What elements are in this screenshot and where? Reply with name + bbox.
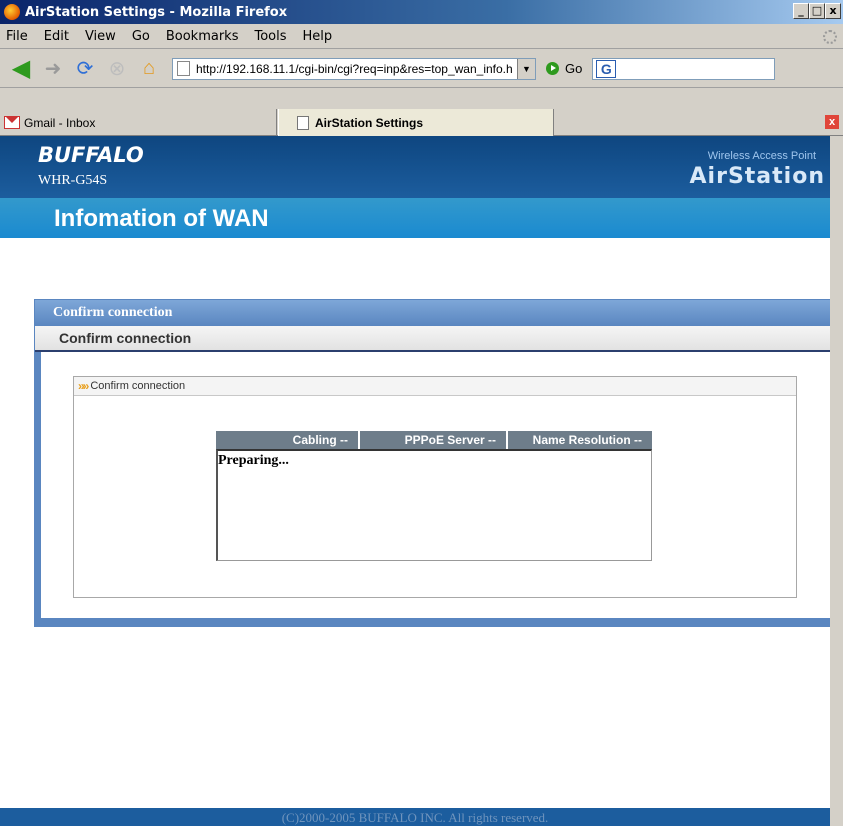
- window-controls: _ □ x: [793, 3, 841, 19]
- page-title: Infomation of WAN: [54, 205, 269, 232]
- tab-label: Gmail - Inbox: [24, 115, 96, 130]
- reload-icon[interactable]: ⟳: [72, 56, 98, 82]
- home-icon[interactable]: ⌂: [136, 56, 162, 82]
- go-arrow-icon: [546, 62, 559, 75]
- minimize-button[interactable]: _: [793, 3, 809, 19]
- page-content: BUFFALO WHR-G54S Wireless Access Point A…: [0, 136, 830, 826]
- google-icon[interactable]: G: [596, 59, 617, 78]
- menu-view[interactable]: View: [85, 29, 116, 44]
- page-right-gutter: [830, 136, 843, 826]
- product-line: Wireless Access Point: [707, 150, 816, 162]
- close-tab-icon[interactable]: x: [825, 115, 839, 129]
- menu-help[interactable]: Help: [303, 29, 333, 44]
- section-header: »» Confirm connection: [74, 377, 796, 396]
- firefox-icon: [4, 4, 20, 20]
- panel-bottom-border: [35, 618, 830, 626]
- tab-bar: Gmail - Inbox AirStation Settings x: [0, 109, 843, 136]
- double-arrow-icon: »»: [78, 379, 89, 393]
- page-icon: [297, 115, 309, 130]
- tab-gmail-inbox[interactable]: Gmail - Inbox: [0, 109, 277, 136]
- page-icon: [177, 61, 190, 76]
- url-text[interactable]: http://192.168.11.1/cgi-bin/cgi?req=inp&…: [196, 62, 512, 76]
- gmail-icon: [4, 116, 20, 129]
- panel-subtitle: Confirm connection: [35, 326, 830, 352]
- toolbar-spacer: [0, 88, 843, 109]
- stop-icon[interactable]: ⊗: [104, 56, 130, 82]
- column-cabling: Cabling --: [216, 431, 360, 449]
- section-title: Confirm connection: [90, 380, 186, 392]
- model-name: WHR-G54S: [38, 173, 108, 188]
- status-table: Cabling -- PPPoE Server -- Name Resoluti…: [216, 431, 652, 561]
- menu-go[interactable]: Go: [132, 29, 150, 44]
- column-name-resolution: Name Resolution --: [508, 431, 652, 449]
- status-output: Preparing...: [216, 449, 652, 561]
- menu-bar: File Edit View Go Bookmarks Tools Help: [0, 24, 843, 49]
- menu-file[interactable]: File: [6, 29, 28, 44]
- copyright-footer: (C)2000-2005 BUFFALO INC. All rights res…: [0, 808, 830, 826]
- window-title: AirStation Settings - Mozilla Firefox: [25, 4, 288, 20]
- menu-bookmarks[interactable]: Bookmarks: [166, 29, 239, 44]
- menu-tools[interactable]: Tools: [254, 29, 286, 44]
- go-label: Go: [565, 61, 583, 76]
- page-header: BUFFALO WHR-G54S Wireless Access Point A…: [0, 136, 830, 198]
- url-dropdown-icon[interactable]: ▼: [517, 58, 535, 79]
- menu-edit[interactable]: Edit: [44, 29, 69, 44]
- maximize-button[interactable]: □: [809, 3, 825, 19]
- airstation-logo: AirStation: [689, 164, 825, 189]
- confirm-connection-section: »» Confirm connection Cabling -- PPPoE S…: [73, 376, 797, 598]
- confirm-connection-panel: Confirm connection Confirm connection »»…: [34, 299, 830, 627]
- throbber-icon: [823, 30, 837, 44]
- tab-airstation-settings[interactable]: AirStation Settings: [278, 109, 554, 136]
- window-title-bar: AirStation Settings - Mozilla Firefox _ …: [0, 0, 843, 24]
- status-header-row: Cabling -- PPPoE Server -- Name Resoluti…: [216, 431, 652, 449]
- close-button[interactable]: x: [825, 3, 841, 19]
- column-pppoe-server: PPPoE Server --: [360, 431, 508, 449]
- panel-left-border: [35, 352, 41, 626]
- forward-arrow-icon[interactable]: ➜: [40, 56, 66, 82]
- address-bar[interactable]: http://192.168.11.1/cgi-bin/cgi?req=inp&…: [172, 57, 536, 80]
- search-box[interactable]: G: [592, 57, 776, 80]
- panel-title: Confirm connection: [35, 300, 830, 326]
- back-arrow-icon[interactable]: ◀: [8, 55, 34, 82]
- buffalo-logo: BUFFALO: [38, 143, 144, 167]
- tab-label: AirStation Settings: [315, 115, 424, 130]
- go-button[interactable]: Go: [546, 61, 582, 76]
- status-message: Preparing...: [218, 453, 289, 468]
- navigation-toolbar: ◀ ➜ ⟳ ⊗ ⌂ http://192.168.11.1/cgi-bin/cg…: [0, 50, 843, 88]
